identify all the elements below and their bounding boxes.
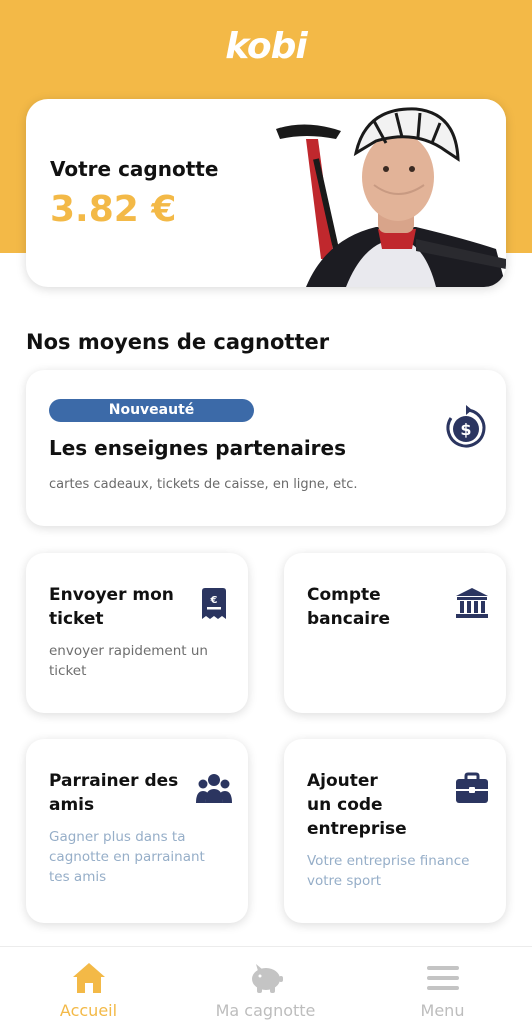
company-code-title: Ajouter un code entreprise <box>307 771 407 839</box>
menu-icon <box>426 966 459 990</box>
company-code-card[interactable]: Ajouter un code entreprise Votre entrepr… <box>284 739 506 923</box>
tab-menu[interactable]: Menu <box>354 947 531 1024</box>
bank-icon <box>456 588 488 618</box>
home-icon <box>72 963 105 993</box>
bank-account-card[interactable]: Compte bancaire <box>284 553 506 713</box>
partners-subtitle: cartes cadeaux, tickets de caisse, en li… <box>49 477 358 492</box>
svg-text:€: € <box>210 595 218 606</box>
wallet-card[interactable]: Votre cagnotte 3.82 € <box>26 99 506 287</box>
company-code-desc: Votre entreprise finance votre sport <box>307 853 470 889</box>
refer-friends-card[interactable]: Parrainer des amis Gagner plus dans ta c… <box>26 739 248 923</box>
tab-home-label: Accueil <box>59 1001 118 1020</box>
refer-friends-title: Parrainer des amis <box>49 771 179 815</box>
section-title: Nos moyens de cagnotter <box>26 330 330 354</box>
new-badge: Nouveauté <box>49 399 254 422</box>
dollar-refresh-icon: $ <box>446 405 486 448</box>
svg-text:$: $ <box>460 420 471 439</box>
partners-title: Les enseignes partenaires <box>49 436 347 460</box>
bank-account-title: Compte bancaire <box>307 585 391 629</box>
wallet-label: Votre cagnotte <box>50 157 219 181</box>
cyclist-photo <box>266 99 506 287</box>
group-icon <box>196 774 232 803</box>
send-ticket-desc: envoyer rapidement un ticket <box>49 643 208 679</box>
send-ticket-title: Envoyer mon ticket <box>49 585 174 629</box>
tab-menu-label: Menu <box>420 1001 465 1020</box>
tab-wallet[interactable]: Ma cagnotte <box>177 947 354 1024</box>
send-ticket-card[interactable]: Envoyer mon ticket envoyer rapidement un… <box>26 553 248 713</box>
receipt-euro-icon: € <box>202 588 226 619</box>
tab-home[interactable]: Accueil <box>0 947 177 1024</box>
piggy-bank-icon <box>251 964 283 993</box>
refer-friends-desc: Gagner plus dans ta cagnotte en parraina… <box>49 829 205 885</box>
briefcase-icon <box>456 772 488 803</box>
wallet-amount: 3.82 € <box>50 189 177 230</box>
tab-wallet-label: Ma cagnotte <box>215 1001 316 1020</box>
partners-card[interactable]: Nouveauté Les enseignes partenaires cart… <box>26 370 506 526</box>
app-logo: kobi <box>225 26 308 67</box>
bottom-tab-bar: Accueil Ma cagnotte Menu <box>0 946 532 1024</box>
